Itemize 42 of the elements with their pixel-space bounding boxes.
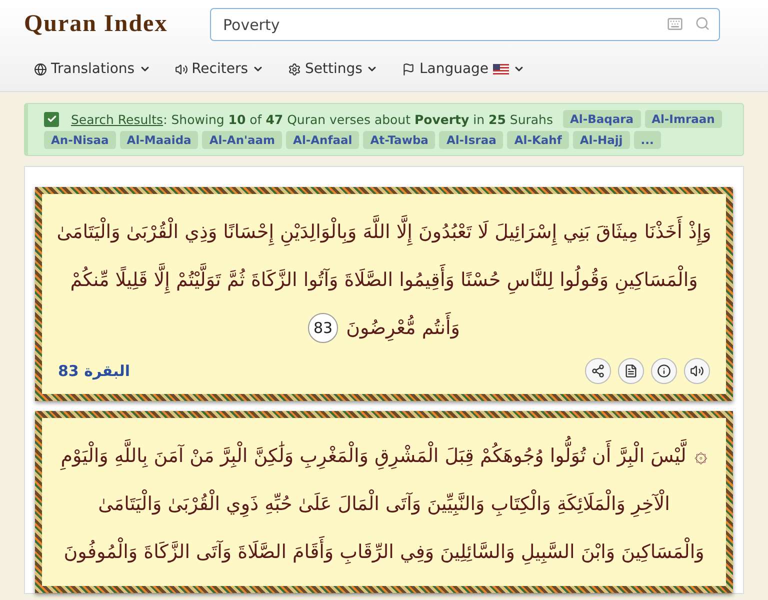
surah-tag[interactable]: Al-Anfaal (286, 131, 360, 149)
surah-tag[interactable]: An-Nisaa (44, 131, 116, 149)
verse-text: وَأَنتُم مُّعْرِضُونَ (346, 304, 460, 352)
pdf-button[interactable] (618, 358, 644, 384)
verse-text: وَالْمَسَاكِينِ وَقُولُوا لِلنَّاسِ حُسْنًا وَأَقِيمُوا الصَّلَاةَ وَآتُوا الزَّكَاةَ ثُمَّ تَوَلَّيْتُمْ إِلَّا قَلِيلًا مِّنكُمْ (70, 256, 698, 304)
document-icon (624, 364, 638, 378)
flag-icon (402, 62, 416, 76)
info-icon (657, 364, 671, 378)
verse-text: وَالْمَسَاكِينَ وَابْنَ السَّبِيلِ وَالسَّائِلِينَ وَفِي الرِّقَابِ وَأَقَامَ الصَّلَاةَ وَآتَى الزَّكَاةَ وَالْمُوفُونَ (64, 528, 704, 576)
audio-button[interactable] (684, 358, 710, 384)
verse-number: 83 (308, 313, 338, 343)
rub-el-hizb-mark: ۞ (694, 442, 708, 470)
menu-dropdown[interactable]: Settings (288, 57, 378, 81)
surah-tag[interactable]: Al-Kahf (507, 131, 569, 149)
check-icon (46, 114, 56, 124)
surah-tag[interactable]: Al-Israa (439, 131, 504, 149)
globe-icon (34, 62, 47, 76)
speaker-icon (690, 364, 704, 378)
menu-dropdown[interactable]: Language (402, 57, 525, 81)
surah-tag[interactable]: ... (634, 131, 661, 149)
share-icon (591, 364, 605, 378)
us-flag-icon (492, 64, 509, 74)
site-logo[interactable]: Quran Index (24, 11, 186, 38)
settings-icon (288, 62, 302, 76)
menu-dropdown[interactable]: Translations (34, 57, 151, 81)
surah-tag[interactable]: At-Tawba (363, 131, 436, 149)
results-summary: : Showing 10 of 47 Quran verses about Poverty in 25 Surahs (163, 112, 553, 126)
surah-tag[interactable]: Al-Hajj (572, 131, 630, 149)
surah-tag[interactable]: Al-Baqara (562, 110, 641, 128)
surah-tag[interactable]: Al-Imraan (644, 110, 722, 128)
info-button[interactable] (651, 358, 677, 384)
verse-reference[interactable]: البقرة 83 (58, 362, 130, 380)
surah-tag[interactable]: Al-Maaida (120, 131, 198, 149)
checkbox[interactable] (44, 112, 59, 126)
speaker-icon (174, 62, 188, 76)
share-button[interactable] (585, 358, 611, 384)
search-results-link[interactable]: Search Results (71, 112, 164, 126)
verse-text: الْآخِرِ وَالْمَلَائِكَةِ وَالْكِتَابِ وَالنَّبِيِّينَ وَآتَى الْمَالَ عَلَىٰ حُبِّهِ ذَوِي الْقُرْبَىٰ وَالْيَتَامَىٰ (98, 480, 670, 528)
menu-dropdown[interactable]: Reciters (174, 57, 264, 81)
verse-text: لَّيْسَ الْبِرَّ أَن تُوَلُّوا وُجُوهَكُمْ قِبَلَ الْمَشْرِقِ وَالْمَغْرِبِ وَلَٰكِنَّ الْبِرَّ مَنْ آمَنَ بِاللَّهِ وَالْيَوْمِ (60, 432, 686, 480)
verse-text: وَإِذْ أَخَذْنَا مِيثَاقَ بَنِي إِسْرَائِيلَ لَا تَعْبُدُونَ إِلَّا اللَّهَ وَبِالْوَالِدَيْنِ إِحْسَانًا وَذِي الْقُرْبَىٰ وَالْيَتَامَىٰ (56, 208, 712, 256)
surah-tag[interactable]: Al-An'aam (202, 131, 282, 149)
